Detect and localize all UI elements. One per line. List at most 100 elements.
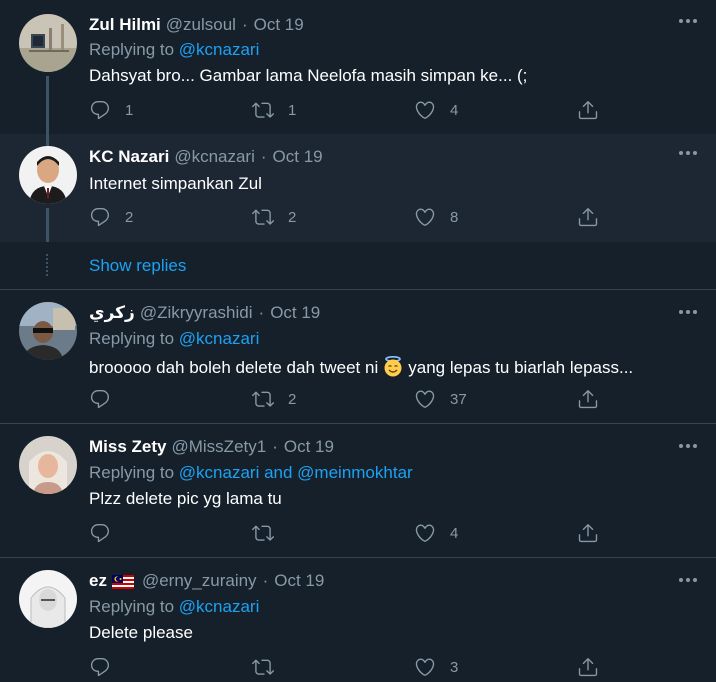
- like-button[interactable]: 37: [414, 388, 467, 410]
- tweet-zul-hilmi[interactable]: Zul Hilmi @zulsoul · Oct 19 Replying to …: [0, 0, 716, 134]
- retweet-button[interactable]: 2: [252, 388, 296, 410]
- thread-line: [46, 134, 49, 146]
- replying-to-link[interactable]: @kcnazari: [179, 597, 260, 616]
- more-icon[interactable]: [678, 18, 698, 24]
- separator-dot: ·: [262, 571, 269, 590]
- tweet-ez[interactable]: ez @erny_zurainy · Oct 19 Replying to @k…: [0, 558, 716, 682]
- user-name[interactable]: ez: [89, 571, 107, 591]
- like-count: 4: [450, 524, 459, 542]
- share-button[interactable]: [577, 388, 599, 410]
- tweet-date[interactable]: Oct 19: [274, 571, 324, 591]
- separator-dot: ·: [241, 15, 248, 34]
- show-replies-link[interactable]: Show replies: [89, 256, 186, 276]
- share-icon: [577, 388, 599, 410]
- replying-to: Replying to @kcnazari: [89, 597, 259, 617]
- reply-button[interactable]: [89, 656, 111, 678]
- user-name[interactable]: Zul Hilmi: [89, 15, 161, 35]
- retweet-icon: [252, 388, 274, 410]
- replying-to-label: Replying to: [89, 329, 175, 348]
- tweet-text: Delete please: [89, 623, 193, 642]
- reply-icon: [89, 656, 111, 678]
- user-handle[interactable]: @Zikryyrashidi: [140, 303, 253, 323]
- user-handle[interactable]: @kcnazari: [174, 147, 255, 167]
- retweet-count: 2: [288, 208, 297, 226]
- share-button[interactable]: [577, 656, 599, 678]
- like-button[interactable]: 3: [414, 656, 458, 678]
- reply-count: 1: [125, 101, 134, 119]
- reply-button[interactable]: 1: [89, 99, 133, 121]
- retweet-button[interactable]: 1: [252, 99, 296, 121]
- replying-to-link[interactable]: @kcnazari: [179, 329, 260, 348]
- user-name[interactable]: KC Nazari: [89, 147, 169, 167]
- thread-line: [46, 208, 49, 242]
- tweet-kc-nazari[interactable]: KC Nazari @kcnazari · Oct 19 Internet si…: [0, 134, 716, 242]
- retweet-icon: [252, 522, 274, 544]
- tweet-text: Dahsyat bro... Gambar lama Neelofa masih…: [89, 66, 528, 85]
- user-name[interactable]: زكري: [89, 303, 135, 323]
- user-handle[interactable]: @erny_zurainy: [142, 571, 257, 591]
- more-icon[interactable]: [678, 309, 698, 315]
- like-count: 3: [450, 658, 459, 676]
- user-handle[interactable]: @zulsoul: [166, 15, 236, 35]
- user-name[interactable]: Miss Zety: [89, 437, 166, 457]
- share-button[interactable]: [577, 522, 599, 544]
- replying-to-link[interactable]: @kcnazari: [179, 40, 260, 59]
- separator-dot: ·: [260, 147, 267, 166]
- share-icon: [577, 206, 599, 228]
- replying-to-label: Replying to: [89, 40, 175, 59]
- like-button[interactable]: 4: [414, 99, 458, 121]
- like-count: 8: [450, 208, 459, 226]
- user-handle[interactable]: @MissZety1: [171, 437, 266, 457]
- share-button[interactable]: [577, 206, 599, 228]
- like-icon: [414, 99, 436, 121]
- reply-button[interactable]: [89, 522, 111, 544]
- share-icon: [577, 99, 599, 121]
- tweet-header: Zul Hilmi @zulsoul · Oct 19: [89, 14, 304, 36]
- reply-icon: [89, 206, 111, 228]
- reply-icon: [89, 388, 111, 410]
- thread-line: [46, 76, 49, 134]
- replying-to: Replying to @kcnazari: [89, 329, 259, 349]
- reply-icon: [89, 99, 111, 121]
- like-button[interactable]: 8: [414, 206, 458, 228]
- tweet-text-part-1: brooooo dah boleh delete dah tweet ni: [89, 358, 379, 377]
- avatar[interactable]: [19, 146, 77, 204]
- tweet-header: KC Nazari @kcnazari · Oct 19: [89, 146, 323, 168]
- tweet-date[interactable]: Oct 19: [284, 437, 334, 457]
- tweet-date[interactable]: Oct 19: [273, 147, 323, 167]
- retweet-button[interactable]: 2: [252, 206, 296, 228]
- reply-button[interactable]: 2: [89, 206, 133, 228]
- avatar[interactable]: [19, 570, 77, 628]
- like-icon: [414, 388, 436, 410]
- like-icon: [414, 522, 436, 544]
- retweet-count: 1: [288, 101, 297, 119]
- avatar[interactable]: [19, 302, 77, 360]
- tweet-date[interactable]: Oct 19: [254, 15, 304, 35]
- share-button[interactable]: [577, 99, 599, 121]
- tweet-header: ez @erny_zurainy · Oct 19: [89, 570, 324, 592]
- reply-button[interactable]: [89, 388, 111, 410]
- avatar[interactable]: [19, 14, 77, 72]
- share-icon: [577, 656, 599, 678]
- tweet-date[interactable]: Oct 19: [270, 303, 320, 323]
- replying-to-link[interactable]: @kcnazari and @meinmokhtar: [179, 463, 413, 482]
- tweet-text: Internet simpankan Zul: [89, 174, 262, 193]
- replying-to-label: Replying to: [89, 463, 175, 482]
- more-icon[interactable]: [678, 577, 698, 583]
- retweet-button[interactable]: [252, 656, 274, 678]
- tweet-zikry[interactable]: زكري @Zikryyrashidi · Oct 19 Replying to…: [0, 290, 716, 423]
- share-icon: [577, 522, 599, 544]
- tweet-miss-zety[interactable]: Miss Zety @MissZety1 · Oct 19 Replying t…: [0, 424, 716, 557]
- avatar[interactable]: [19, 436, 77, 494]
- retweet-count: 2: [288, 390, 297, 408]
- retweet-icon: [252, 656, 274, 678]
- like-icon: [414, 206, 436, 228]
- replying-to: Replying to @kcnazari and @meinmokhtar: [89, 463, 413, 483]
- like-button[interactable]: 4: [414, 522, 458, 544]
- like-icon: [414, 656, 436, 678]
- more-icon[interactable]: [678, 150, 698, 156]
- retweet-icon: [252, 206, 274, 228]
- retweet-button[interactable]: [252, 522, 274, 544]
- smiling-halo-emoji: [382, 355, 404, 382]
- more-icon[interactable]: [678, 443, 698, 449]
